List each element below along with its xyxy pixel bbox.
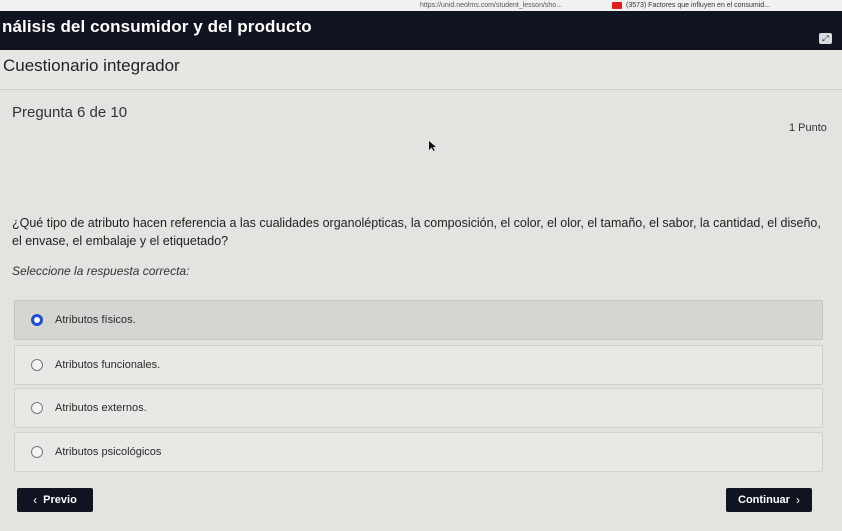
course-header: nálisis del consumidor y del producto ⤢ xyxy=(0,11,842,50)
question-number: Pregunta 6 de 10 xyxy=(12,104,128,121)
chevron-left-icon: ‹ xyxy=(33,493,38,507)
browser-tab-title[interactable]: (3573) Factores que influyen en el consu… xyxy=(626,2,770,9)
browser-tab-strip: https://unid.neolms.com/student_lesson/s… xyxy=(0,0,842,11)
question-text: ¿Qué tipo de atributo hacen referencia a… xyxy=(12,216,821,248)
answer-option-label: Atributos físicos. xyxy=(55,314,136,326)
continue-button[interactable]: Continuar › xyxy=(726,488,812,512)
question-points: 1 Punto xyxy=(789,122,827,134)
answer-option[interactable]: Atributos físicos. xyxy=(14,300,823,340)
expand-icon[interactable]: ⤢ xyxy=(819,33,832,44)
continue-button-label: Continuar xyxy=(738,494,790,506)
youtube-icon xyxy=(612,2,622,9)
previous-button[interactable]: ‹ Previo xyxy=(17,488,93,512)
radio-selected-icon[interactable] xyxy=(31,314,43,326)
browser-url[interactable]: https://unid.neolms.com/student_lesson/s… xyxy=(420,2,562,9)
answer-option-label: Atributos funcionales. xyxy=(55,359,161,371)
answer-option-label: Atributos psicológicos xyxy=(55,446,162,458)
radio-icon[interactable] xyxy=(31,446,43,458)
page-title: Cuestionario integrador xyxy=(3,56,180,75)
radio-icon[interactable] xyxy=(31,402,43,414)
answer-option[interactable]: Atributos externos. xyxy=(14,388,823,428)
answer-instruction: Seleccione la respuesta correcta: xyxy=(12,264,190,278)
course-title: nálisis del consumidor y del producto xyxy=(2,17,312,36)
answer-option-label: Atributos externos. xyxy=(55,402,147,414)
chevron-right-icon: › xyxy=(795,493,800,507)
answer-option[interactable]: Atributos psicológicos xyxy=(14,432,823,472)
answer-option[interactable]: Atributos funcionales. xyxy=(14,345,823,385)
radio-icon[interactable] xyxy=(31,359,43,371)
mouse-cursor-icon xyxy=(429,141,436,151)
question-card: Pregunta 6 de 10 1 Punto ¿Qué tipo de at… xyxy=(0,89,842,531)
previous-button-label: Previo xyxy=(43,494,77,506)
